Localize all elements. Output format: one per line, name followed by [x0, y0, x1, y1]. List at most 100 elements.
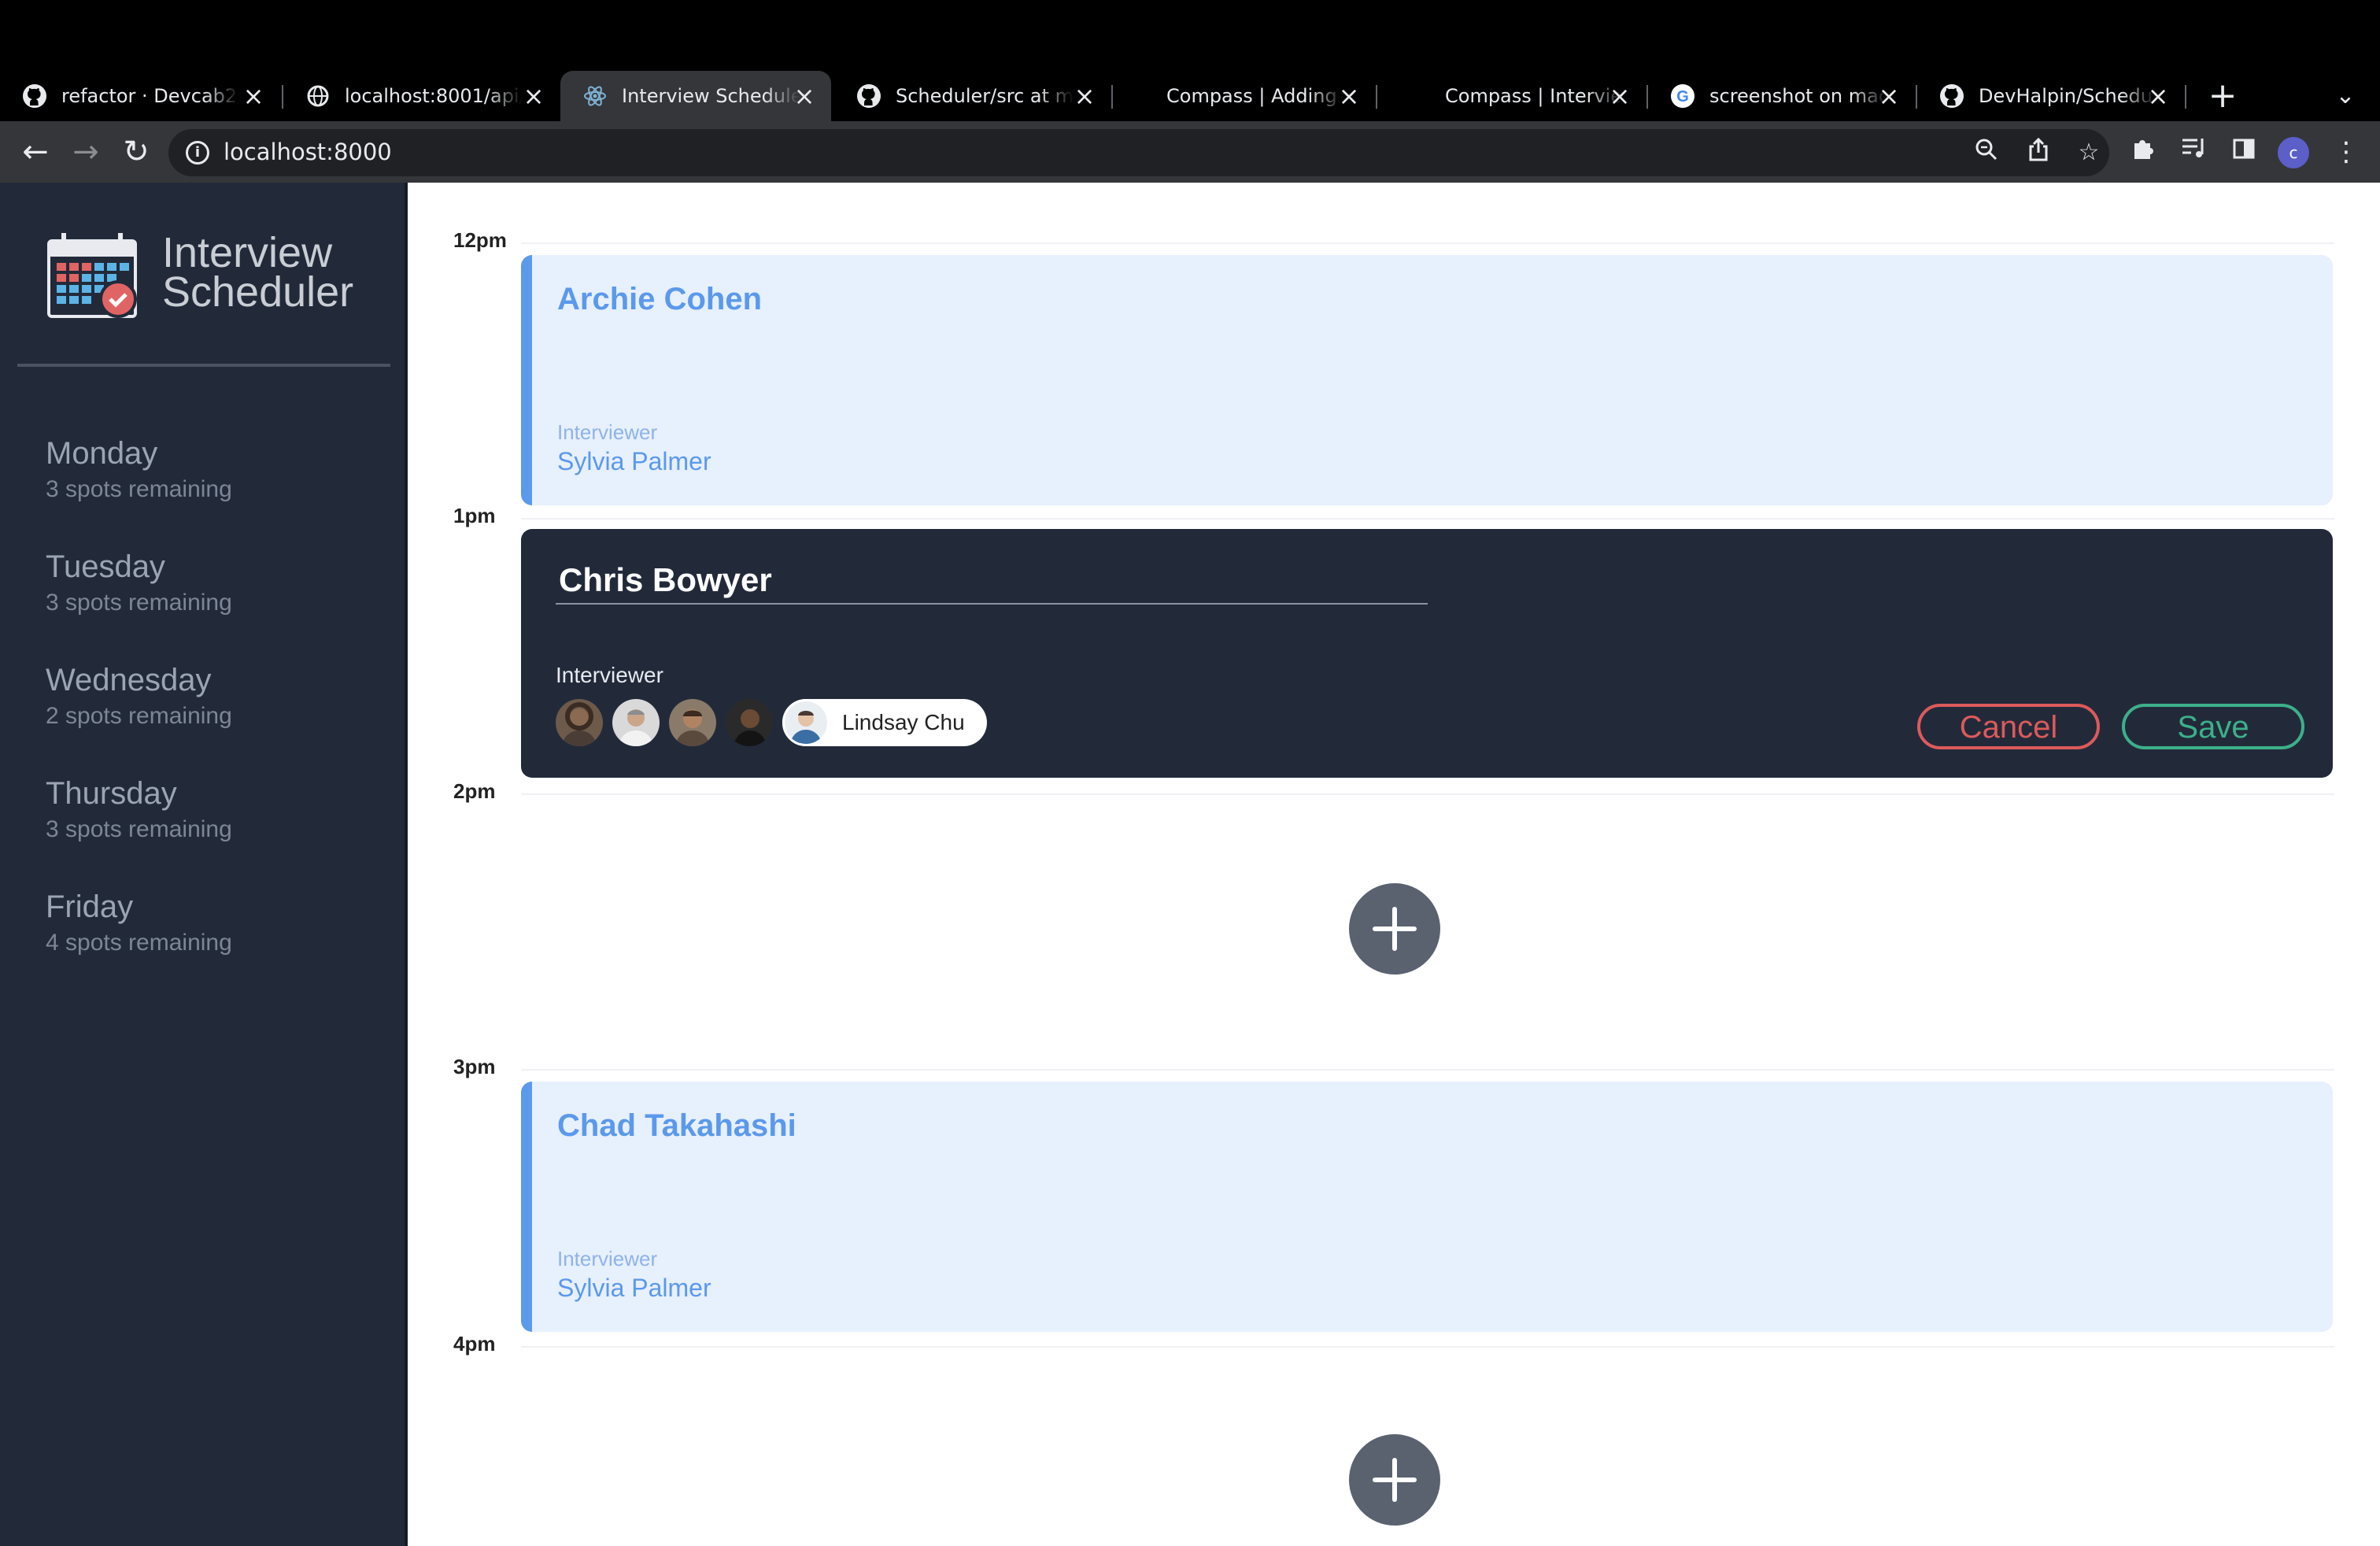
- browser-tab-compass-interview[interactable]: Compass | Intervie ×: [1377, 71, 1646, 121]
- appointment-show-chad-takahashi[interactable]: Chad Takahashi Interviewer Sylvia Palmer: [521, 1082, 2333, 1332]
- add-appointment-button[interactable]: [1349, 883, 1440, 975]
- save-button[interactable]: Save: [2122, 704, 2304, 749]
- tab-title: Scheduler/src at m: [896, 85, 1074, 107]
- time-label-3pm: 3pm: [453, 1055, 496, 1078]
- day-spots: 3 spots remaining: [46, 476, 232, 502]
- student-name: Chad Takahashi: [557, 1108, 796, 1143]
- tab-title: DevHalpin/Schedul: [1979, 85, 2156, 107]
- github-icon: [1939, 83, 1964, 109]
- tab-title: Compass | Adding: [1166, 85, 1337, 107]
- address-bar[interactable]: i localhost:8000 ☆: [168, 129, 2109, 176]
- new-tab-button[interactable]: +: [2201, 71, 2245, 121]
- student-name-input[interactable]: [556, 557, 1428, 605]
- day-name: Friday: [46, 890, 134, 924]
- schedule: 12pm Archie Cohen Interviewer Sylvia Pal…: [408, 183, 2380, 1546]
- profile-avatar[interactable]: c: [2278, 137, 2309, 168]
- interviewer-label: Interviewer: [557, 1247, 658, 1270]
- google-icon: G: [1670, 83, 1695, 109]
- close-tab-icon[interactable]: ×: [1604, 80, 1635, 112]
- day-item-monday[interactable]: Monday 3 spots remaining: [46, 436, 232, 503]
- tab-title: Interview Schedule: [622, 85, 800, 107]
- close-tab-icon[interactable]: ×: [789, 80, 820, 112]
- selected-interviewer-name: Lindsay Chu: [842, 710, 965, 734]
- add-appointment-button[interactable]: [1349, 1434, 1440, 1526]
- share-icon[interactable]: [2023, 137, 2054, 168]
- media-queue-icon[interactable]: [2174, 132, 2213, 172]
- back-arrow-icon[interactable]: ←: [13, 129, 58, 175]
- interviewer-avatar[interactable]: [669, 699, 716, 746]
- tab-title: Compass | Intervie: [1445, 85, 1623, 107]
- close-tab-icon[interactable]: ×: [1873, 80, 1905, 112]
- browser-tab-google-search[interactable]: G screenshot on mac ×: [1648, 71, 1916, 121]
- interviewer-label: Interviewer: [556, 663, 663, 687]
- browser-tab-refactor[interactable]: refactor · Devcab2/ ×: [0, 71, 280, 121]
- reload-icon[interactable]: ↻: [113, 129, 159, 175]
- site-info-icon[interactable]: i: [186, 141, 209, 165]
- time-label-1pm: 1pm: [453, 504, 496, 527]
- day-item-friday[interactable]: Friday 4 spots remaining: [46, 890, 232, 956]
- browser-toolbar: ← → ↻ i localhost:8000 ☆ c ⋮: [0, 121, 2380, 183]
- tab-title: localhost:8001/api/: [345, 85, 523, 107]
- cancel-button[interactable]: Cancel: [1917, 704, 2100, 749]
- kebab-menu-icon[interactable]: ⋮: [2326, 132, 2366, 172]
- interviewer-avatar[interactable]: [726, 699, 773, 746]
- tab-title: refactor · Devcab2/: [61, 85, 239, 107]
- globe-icon: [305, 83, 331, 109]
- interviewer-label: Interviewer: [557, 420, 658, 444]
- day-spots: 4 spots remaining: [46, 930, 232, 956]
- day-name: Tuesday: [46, 549, 165, 584]
- side-panel-icon[interactable]: [2224, 132, 2264, 172]
- appointment-form: Interviewer Lindsay Chu: [521, 529, 2333, 778]
- close-tab-icon[interactable]: ×: [518, 80, 549, 112]
- interviewer-avatar[interactable]: [556, 699, 603, 746]
- day-spots: 3 spots remaining: [46, 590, 232, 616]
- github-icon: [856, 83, 881, 109]
- interviewer-name: Sylvia Palmer: [557, 1274, 711, 1302]
- close-tab-icon[interactable]: ×: [1069, 80, 1100, 112]
- react-icon: [582, 83, 608, 109]
- day-item-thursday[interactable]: Thursday 3 spots remaining: [46, 776, 232, 843]
- day-item-wednesday[interactable]: Wednesday 2 spots remaining: [46, 663, 232, 730]
- extensions-puzzle-icon[interactable]: [2123, 132, 2163, 172]
- blank-favicon-icon: [1415, 83, 1431, 109]
- app-logo-text: Interview Scheduler: [162, 231, 354, 316]
- day-name: Wednesday: [46, 663, 212, 697]
- time-divider: [521, 1346, 2334, 1348]
- close-tab-icon[interactable]: ×: [1333, 80, 1365, 112]
- interviewer-avatar[interactable]: [612, 699, 660, 746]
- close-tab-icon[interactable]: ×: [2142, 80, 2174, 112]
- browser-tab-scheduler-src[interactable]: Scheduler/src at m ×: [834, 71, 1111, 121]
- tab-strip: refactor · Devcab2/ × localhost:8001/api…: [0, 71, 2380, 121]
- day-spots: 2 spots remaining: [46, 703, 232, 729]
- time-divider: [521, 518, 2334, 520]
- logo-line-2: Scheduler: [162, 268, 354, 316]
- time-label-4pm: 4pm: [453, 1332, 496, 1356]
- calendar-logo-icon: [46, 230, 143, 324]
- time-divider: [521, 1069, 2334, 1071]
- day-name: Thursday: [46, 776, 177, 811]
- browser-chrome: refactor · Devcab2/ × localhost:8001/api…: [0, 0, 2380, 183]
- tab-search-chevron-icon[interactable]: ⌄: [2323, 71, 2367, 121]
- url-text[interactable]: localhost:8000: [224, 139, 392, 165]
- forward-arrow-icon[interactable]: →: [63, 129, 109, 175]
- day-name: Monday: [46, 436, 158, 471]
- appointment-show-archie-cohen[interactable]: Archie Cohen Interviewer Sylvia Palmer: [521, 255, 2333, 505]
- github-icon: [22, 83, 47, 109]
- browser-tab-localhost-api[interactable]: localhost:8001/api/ ×: [283, 71, 560, 121]
- close-tab-icon[interactable]: ×: [238, 80, 269, 112]
- interviewer-name: Sylvia Palmer: [557, 447, 711, 475]
- time-divider: [521, 793, 2334, 795]
- browser-tab-interview-scheduler[interactable]: Interview Schedule ×: [560, 71, 831, 121]
- browser-tab-devhalpin-scheduler[interactable]: DevHalpin/Schedul ×: [1917, 71, 2185, 121]
- day-spots: 3 spots remaining: [46, 816, 232, 842]
- student-name: Archie Cohen: [557, 282, 763, 316]
- time-label-2pm: 2pm: [453, 779, 496, 803]
- zoom-icon[interactable]: [1971, 137, 2002, 168]
- sidebar-divider: [17, 364, 390, 367]
- bookmark-star-icon[interactable]: ☆: [2073, 137, 2105, 168]
- interviewer-selected[interactable]: Lindsay Chu: [782, 699, 987, 746]
- day-item-tuesday[interactable]: Tuesday 3 spots remaining: [46, 549, 232, 616]
- browser-tab-compass-adding[interactable]: Compass | Adding ×: [1113, 71, 1376, 121]
- app-root: Interview Scheduler Monday 3 spots remai…: [0, 183, 2380, 1546]
- tab-separator: [2185, 85, 2186, 109]
